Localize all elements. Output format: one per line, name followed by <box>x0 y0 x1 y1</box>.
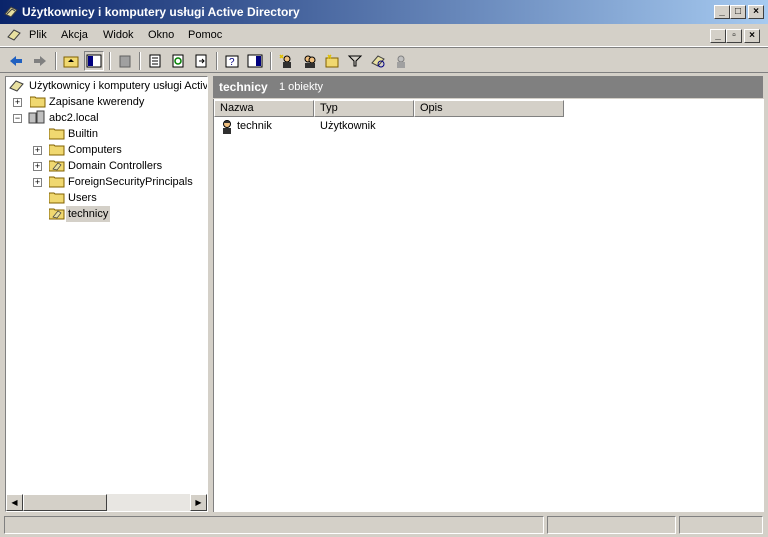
pane-icon <box>247 54 263 68</box>
child-restore-button[interactable]: ▫ <box>726 29 742 43</box>
forward-button[interactable] <box>30 51 50 71</box>
up-folder-icon <box>63 56 79 68</box>
new-user-icon <box>279 54 291 68</box>
find-button[interactable] <box>368 51 388 71</box>
help-icon: ? <box>225 55 239 68</box>
help-button[interactable]: ? <box>222 51 242 71</box>
menu-action[interactable]: Akcja <box>61 29 88 41</box>
tree-root-label: Użytkownicy i komputery usługi Activ <box>29 80 208 92</box>
menu-view[interactable]: Widok <box>103 29 134 41</box>
status-panel-2 <box>547 516 676 534</box>
status-bar <box>0 514 768 537</box>
window-title: Użytkownicy i komputery usługi Active Di… <box>22 5 300 19</box>
toolbar-separator <box>216 52 218 70</box>
status-panel-3 <box>679 516 763 534</box>
column-header-type[interactable]: Typ <box>314 100 414 117</box>
export-icon <box>195 54 207 68</box>
table-row[interactable]: technik Użytkownik <box>214 119 614 135</box>
tree-item-users[interactable]: Users <box>68 190 97 206</box>
domain-icon <box>28 110 45 124</box>
new-user-button[interactable] <box>276 51 296 71</box>
properties-icon <box>149 54 161 68</box>
filter-button[interactable] <box>345 51 365 71</box>
expand-toggle[interactable]: + <box>33 162 42 171</box>
ou-folder-icon <box>49 160 65 172</box>
new-group-button[interactable] <box>299 51 319 71</box>
expand-toggle[interactable]: + <box>33 146 42 155</box>
find-icon <box>371 55 385 68</box>
export-list-button[interactable] <box>191 51 211 71</box>
status-panel-main <box>4 516 544 534</box>
details-list[interactable]: Nazwa Typ Opis technik Użytkownik <box>213 99 764 512</box>
tree-item-technicy[interactable]: technicy <box>66 206 111 222</box>
back-button[interactable] <box>6 51 26 71</box>
console-tree[interactable]: Użytkownicy i komputery usługi Activ + Z… <box>5 76 208 512</box>
toolbar-separator <box>109 52 111 70</box>
scroll-left-button[interactable]: ◀ <box>6 494 23 511</box>
up-level-button[interactable] <box>61 51 81 71</box>
add-to-group-button[interactable] <box>391 51 411 71</box>
row-name: technik <box>237 120 272 132</box>
tree-item-saved-queries[interactable]: Zapisane kwerendy <box>49 94 144 110</box>
show-action-pane-button[interactable] <box>245 51 265 71</box>
console-tree-icon <box>86 54 102 68</box>
folder-icon <box>49 144 65 156</box>
close-button[interactable]: × <box>748 5 764 19</box>
filter-icon <box>347 55 363 67</box>
row-type: Użytkownik <box>320 120 376 132</box>
show-hide-tree-button[interactable] <box>84 51 104 71</box>
toolbar: ? <box>0 47 768 73</box>
properties-button[interactable] <box>145 51 165 71</box>
tree-item-builtin[interactable]: Builtin <box>68 126 98 142</box>
toolbar-separator <box>139 52 141 70</box>
app-icon <box>4 6 18 18</box>
title-bar[interactable]: Użytkownicy i komputery usługi Active Di… <box>0 0 768 24</box>
toolbar-separator <box>55 52 57 70</box>
new-ou-button[interactable] <box>322 51 342 71</box>
menu-window[interactable]: Okno <box>148 29 174 41</box>
clipboard-icon <box>119 55 131 68</box>
maximize-button[interactable]: □ <box>730 5 746 19</box>
forward-arrow-icon <box>34 56 46 66</box>
console-icon[interactable] <box>6 27 22 43</box>
ad-users-icon <box>9 80 24 92</box>
user-icon <box>223 120 231 134</box>
svg-text:?: ? <box>229 57 235 68</box>
collapse-toggle[interactable]: − <box>13 114 22 123</box>
tree-item-computers[interactable]: Computers <box>68 142 122 158</box>
details-title: technicy <box>219 80 268 94</box>
details-header: technicy 1 obiekty <box>213 76 763 98</box>
new-group-icon <box>304 55 316 68</box>
new-ou-icon <box>325 54 339 68</box>
tree-item-domain[interactable]: abc2.local <box>49 110 99 126</box>
scroll-right-button[interactable]: ▶ <box>190 494 207 511</box>
ou-folder-icon <box>49 208 65 220</box>
child-close-button[interactable]: × <box>744 29 760 43</box>
folder-icon <box>49 176 65 188</box>
menu-bar: Plik Akcja Widok Okno Pomoc _ ▫ × <box>0 24 768 47</box>
toolbar-separator <box>270 52 272 70</box>
folder-icon <box>49 192 65 204</box>
refresh-button[interactable] <box>168 51 188 71</box>
column-header-description[interactable]: Opis <box>414 100 564 117</box>
tree-item-foreign-security-principals[interactable]: ForeignSecurityPrincipals <box>68 174 193 190</box>
folder-icon <box>49 128 65 140</box>
scroll-thumb[interactable] <box>23 494 107 511</box>
back-arrow-icon <box>10 56 22 66</box>
details-count: 1 obiekty <box>279 81 324 93</box>
child-minimize-button[interactable]: _ <box>710 29 726 43</box>
menu-help[interactable]: Pomoc <box>188 29 222 41</box>
expand-toggle[interactable]: + <box>33 178 42 187</box>
column-header-name[interactable]: Nazwa <box>214 100 314 117</box>
delete-button[interactable] <box>115 51 135 71</box>
tree-horizontal-scrollbar[interactable]: ◀ ▶ <box>6 494 207 511</box>
folder-icon <box>30 96 46 108</box>
expand-toggle[interactable]: + <box>13 98 22 107</box>
add-to-group-icon <box>397 55 405 68</box>
menu-file[interactable]: Plik <box>29 29 47 41</box>
tree-item-domain-controllers[interactable]: Domain Controllers <box>68 158 162 174</box>
minimize-button[interactable]: _ <box>714 5 730 19</box>
refresh-icon <box>172 54 184 68</box>
